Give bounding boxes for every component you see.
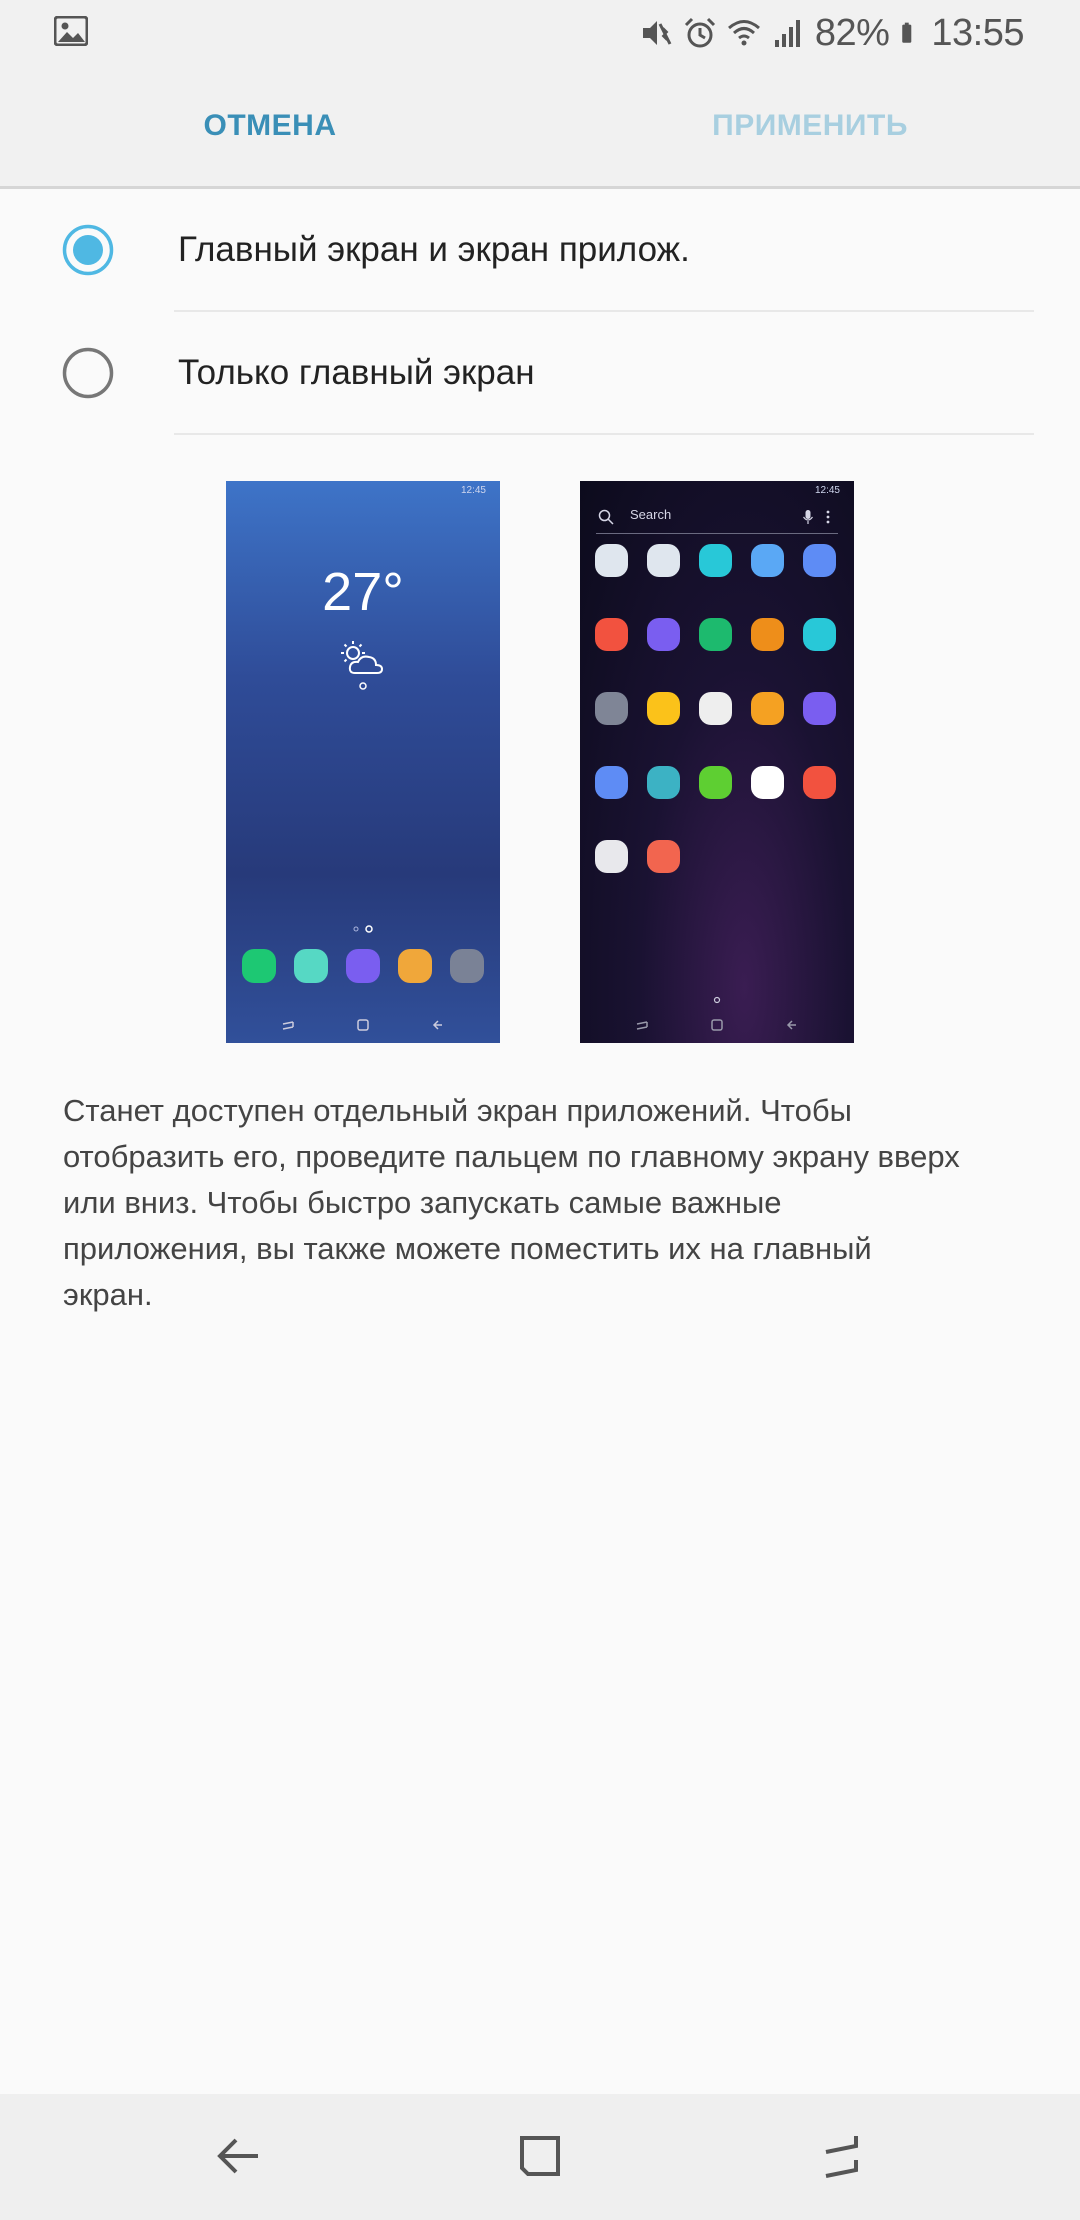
page-indicator bbox=[713, 996, 721, 1004]
description-text: Станет доступен отдельный экран приложен… bbox=[63, 1093, 960, 1312]
app-icon bbox=[803, 544, 836, 577]
clock: 13:55 bbox=[931, 11, 1024, 54]
signal-icon bbox=[774, 20, 800, 47]
back-icon bbox=[786, 1020, 796, 1030]
app-icon bbox=[595, 692, 628, 725]
search-icon bbox=[598, 509, 614, 525]
dock-app-icon bbox=[294, 949, 328, 983]
battery-icon bbox=[902, 22, 912, 43]
preview-status-time: 12:45 bbox=[460, 485, 486, 496]
action-bar: ОТМЕНА ПРИМЕНИТЬ bbox=[0, 66, 1080, 189]
preview-search-bar: Search bbox=[596, 503, 838, 534]
radio-unselected[interactable] bbox=[62, 347, 114, 399]
divider bbox=[174, 433, 1034, 435]
dock-app-icon bbox=[242, 949, 276, 983]
app-icon bbox=[803, 618, 836, 651]
app-icon bbox=[647, 692, 680, 725]
navigation-bar bbox=[0, 2094, 1080, 2220]
mic-icon bbox=[803, 510, 813, 524]
apps-screen-preview: 12:45 Search bbox=[580, 481, 854, 1043]
recents-icon[interactable] bbox=[812, 2126, 872, 2186]
app-icon bbox=[699, 544, 732, 577]
back-icon bbox=[432, 1020, 442, 1030]
option-label: Главный экран и экран прилож. bbox=[178, 230, 690, 269]
recents-icon bbox=[282, 1021, 294, 1030]
cancel-button[interactable]: ОТМЕНА bbox=[150, 66, 390, 186]
radio-selected[interactable] bbox=[62, 224, 114, 276]
recents-icon bbox=[636, 1021, 648, 1030]
dock-app-icon bbox=[346, 949, 380, 983]
app-icon bbox=[595, 766, 628, 799]
back-icon[interactable] bbox=[208, 2126, 268, 2186]
location-icon bbox=[359, 682, 367, 690]
page-indicator bbox=[353, 925, 373, 933]
app-icon bbox=[803, 692, 836, 725]
weather-temperature: 27° bbox=[322, 562, 404, 622]
weather-icon bbox=[341, 641, 384, 674]
home-screen-preview: 12:45 27° bbox=[226, 481, 500, 1043]
battery-percent: 82% bbox=[814, 11, 890, 54]
gallery-icon bbox=[54, 16, 88, 46]
status-bar: 82% 13:55 bbox=[0, 0, 1080, 66]
dock-app-icon bbox=[398, 949, 432, 983]
mute-vibrate-icon bbox=[642, 21, 672, 45]
dock-app-icon bbox=[450, 949, 484, 983]
app-icon bbox=[699, 766, 732, 799]
preview-search-placeholder: Search bbox=[630, 507, 672, 522]
app-icon bbox=[751, 692, 784, 725]
wifi-icon bbox=[727, 20, 760, 46]
option-home-and-apps[interactable]: Главный экран и экран прилож. bbox=[0, 190, 1080, 310]
divider bbox=[174, 310, 1034, 312]
app-icon bbox=[647, 544, 680, 577]
option-home-only[interactable]: Только главный экран bbox=[0, 313, 1080, 433]
app-icon bbox=[751, 766, 784, 799]
app-icon bbox=[647, 766, 680, 799]
app-icon bbox=[647, 618, 680, 651]
app-icon bbox=[595, 840, 628, 873]
preview-status-time: 12:45 bbox=[814, 485, 840, 496]
app-icon bbox=[699, 692, 732, 725]
app-icon bbox=[595, 618, 628, 651]
more-icon bbox=[826, 510, 830, 524]
alarm-icon bbox=[684, 17, 715, 48]
app-icon bbox=[595, 544, 628, 577]
status-icons: 82% 13:55 bbox=[639, 8, 1024, 58]
app-icon bbox=[751, 544, 784, 577]
home-icon bbox=[357, 1019, 369, 1031]
app-icon bbox=[699, 618, 732, 651]
option-label: Только главный экран bbox=[178, 353, 535, 392]
app-icon bbox=[751, 618, 784, 651]
apply-button[interactable]: ПРИМЕНИТЬ bbox=[690, 66, 930, 186]
app-icon bbox=[647, 840, 680, 873]
app-icon bbox=[803, 766, 836, 799]
home-icon bbox=[711, 1019, 723, 1031]
home-icon[interactable] bbox=[510, 2126, 570, 2186]
